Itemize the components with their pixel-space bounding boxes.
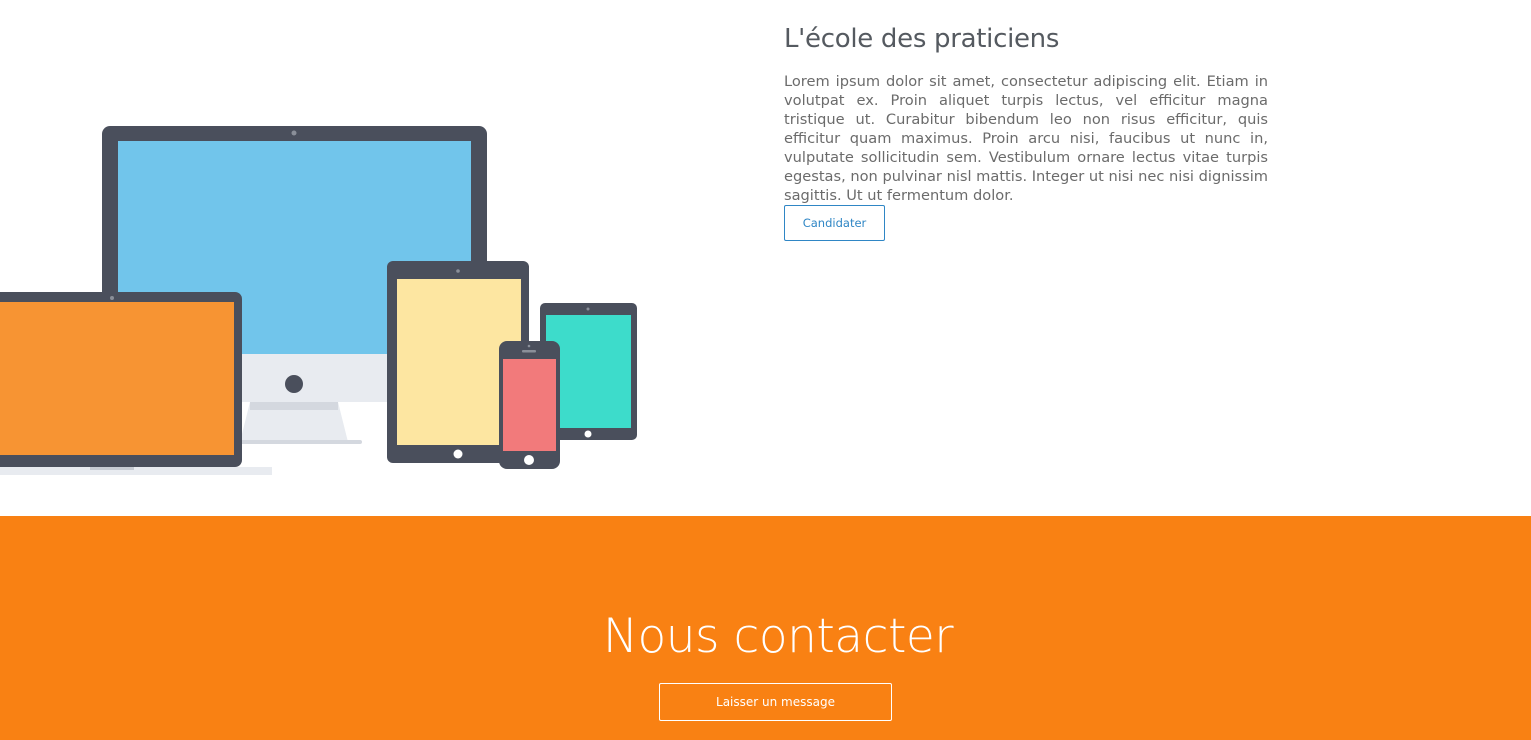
contact-title: Nous contacter [602,609,954,664]
about-title: L'école des praticiens [784,24,1060,54]
about-section: L'école des praticiens Lorem ipsum dolor… [0,0,1531,516]
contact-section: Nous contacter Laisser un message [0,516,1531,740]
page: L'école des praticiens Lorem ipsum dolor… [0,0,1531,740]
devices-illustration [0,120,640,482]
apply-button[interactable]: Candidater [784,205,885,241]
about-text-block: L'école des praticiens Lorem ipsum dolor… [784,20,1268,241]
about-description: Lorem ipsum dolor sit amet, consectetur … [784,73,1268,204]
phone-icon [499,341,560,469]
laptop-icon [0,292,272,475]
responsive-devices-icon [0,126,637,475]
leave-message-button[interactable]: Laisser un message [659,683,892,721]
